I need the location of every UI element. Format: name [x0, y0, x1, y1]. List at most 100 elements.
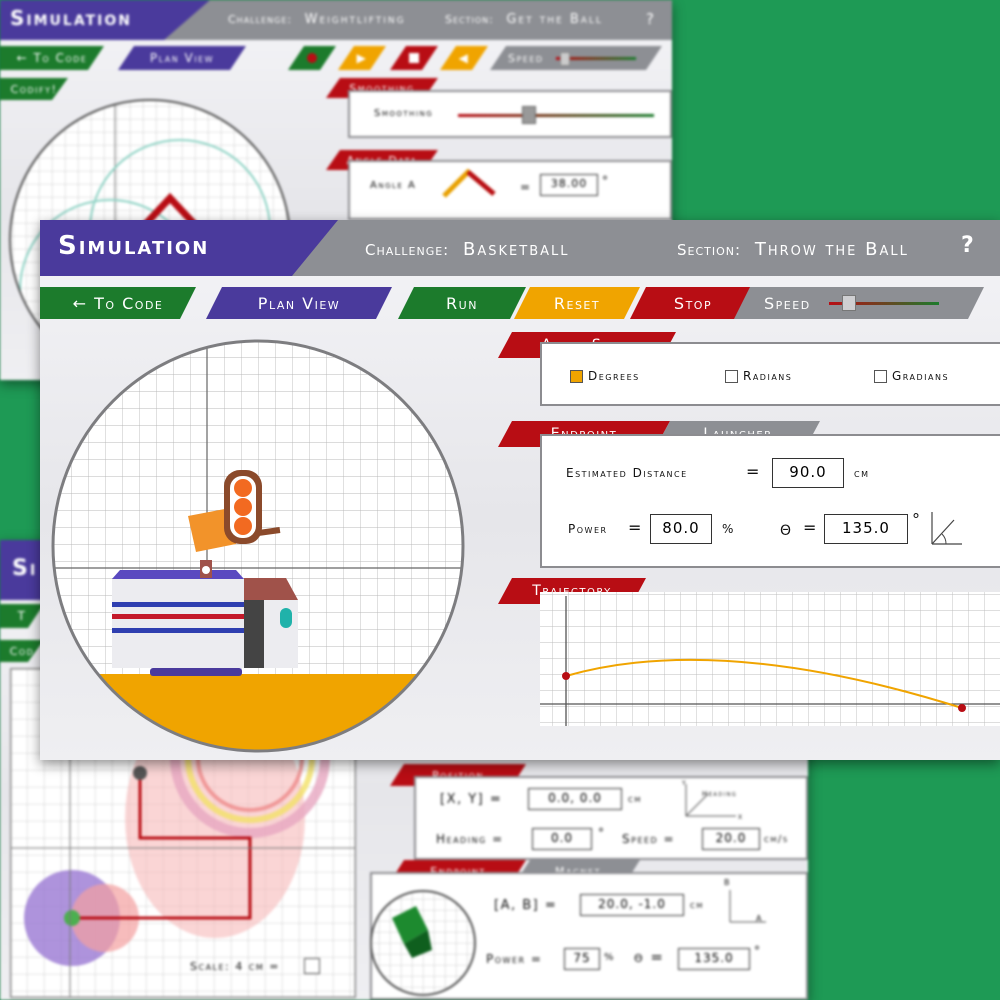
endpoint-panel: Estimated Distance = 90.0 cm Power = 80.…: [540, 434, 1000, 568]
angle-style-panel: Degrees Radians Gradians: [540, 342, 1000, 406]
speed-control[interactable]: Speed: [490, 46, 662, 70]
main-section-label: Section:: [677, 241, 742, 259]
scale-label: Scale: 4 cm =: [190, 960, 280, 973]
power-unit-bottom: %: [604, 952, 616, 963]
theta-label-bottom: θ =: [634, 948, 665, 966]
rewind-button[interactable]: ◀: [440, 46, 488, 70]
power-input[interactable]: 80.0: [650, 514, 712, 544]
angle-a-input[interactable]: 38.00: [540, 174, 598, 196]
to-code-button[interactable]: ← To Code: [0, 46, 104, 70]
angle-diagram-icon: [931, 512, 962, 545]
xy-unit: cm: [628, 794, 642, 805]
magnet-view: [370, 890, 476, 996]
section-header: Section: Get the Ball: [445, 12, 603, 27]
challenge-value: Weightlifting: [304, 12, 406, 27]
b-axis-label: B: [724, 878, 731, 887]
ab-unit: cm: [690, 900, 704, 911]
estimated-distance-unit: cm: [854, 466, 870, 480]
stop-button[interactable]: [390, 46, 438, 70]
degrees-checkbox[interactable]: [570, 370, 583, 383]
heading-input[interactable]: 0.0: [532, 828, 592, 850]
codify-button-bottom[interactable]: Cod: [0, 640, 44, 662]
heading-label: Heading =: [436, 832, 504, 846]
radians-checkbox[interactable]: [725, 370, 738, 383]
angle-a-equals: =: [520, 180, 532, 194]
gradians-checkbox[interactable]: [874, 370, 887, 383]
xy-input[interactable]: 0.0, 0.0: [528, 788, 622, 810]
theta-input-bottom[interactable]: 135.0: [678, 948, 750, 970]
heading-unit: °: [598, 826, 606, 840]
power-label: Power: [568, 522, 608, 536]
main-challenge-header: Challenge: Basketball: [365, 239, 570, 260]
estimated-distance-equals: =: [746, 462, 761, 481]
simulation-window: Simulation Challenge: Basketball Section…: [40, 220, 1000, 760]
reset-button[interactable]: Reset: [514, 287, 640, 319]
speed-slider-track: [556, 57, 636, 60]
section-label: Section:: [445, 13, 494, 26]
smoothing-slider-handle[interactable]: [522, 106, 536, 124]
angle-a-unit: °: [602, 174, 610, 188]
run-button[interactable]: Run: [398, 287, 526, 319]
estimated-distance-input[interactable]: 90.0: [772, 458, 844, 488]
smoothing-label: Smoothing: [374, 108, 434, 119]
x-axis-label: x: [738, 812, 744, 821]
plan-view-button[interactable]: Plan View: [118, 46, 246, 70]
main-window-title: Simulation: [58, 231, 210, 261]
main-section-value: Throw the Ball: [754, 239, 909, 260]
theta-unit: °: [912, 510, 922, 529]
to-code-button-bottom[interactable]: T: [0, 604, 44, 628]
main-challenge-label: Challenge:: [365, 241, 450, 259]
theta-equals: =: [803, 518, 818, 537]
play-button[interactable]: ▶: [338, 46, 386, 70]
y-axis-label: y: [682, 778, 688, 787]
speed-unit: cm/s: [764, 834, 789, 845]
main-challenge-value: Basketball: [463, 239, 570, 260]
main-help-button[interactable]: ?: [961, 233, 975, 258]
endpoint-panel-bottom: [A, B] = 20.0, -1.0 cm A B Power = 75 % …: [370, 872, 808, 1000]
xy-label: [X, Y] =: [440, 792, 503, 807]
stop-icon: [409, 53, 419, 63]
scale-swatch: [304, 958, 320, 974]
rewind-icon: ◀: [458, 51, 470, 65]
angle-a-label: Angle A: [370, 180, 417, 191]
simulation-viewport: [51, 339, 465, 753]
trajectory-plot: [540, 592, 1000, 726]
theta-input[interactable]: 135.0: [824, 514, 908, 544]
theta-unit-bottom: °: [754, 944, 762, 958]
power-input-bottom[interactable]: 75: [564, 948, 600, 970]
help-button[interactable]: ?: [646, 10, 655, 28]
smoothing-panel: Smoothing: [348, 90, 672, 138]
smoothing-slider-track: [458, 114, 654, 117]
angle-a-diagram: [442, 168, 496, 198]
challenge-label: Challenge:: [228, 13, 293, 26]
window-title: Simulation: [10, 6, 132, 30]
estimated-distance-label: Estimated Distance: [566, 466, 688, 480]
ab-label: [A, B] =: [494, 898, 558, 913]
speed-slider-track-main: [829, 302, 939, 305]
speed-control-main[interactable]: Speed: [734, 287, 984, 319]
power-equals: =: [628, 518, 643, 537]
a-axis-label: A: [756, 914, 763, 923]
speed-label: Speed: [508, 51, 544, 65]
plan-view-button-main[interactable]: Plan View: [206, 287, 392, 319]
record-button[interactable]: [288, 46, 336, 70]
to-code-button-main[interactable]: ← To Code: [40, 287, 196, 319]
play-icon: ▶: [356, 51, 368, 65]
speed-label-main: Speed: [764, 293, 811, 313]
speed-input[interactable]: 20.0: [702, 828, 760, 850]
ab-input[interactable]: 20.0, -1.0: [580, 894, 684, 916]
speed-slider-handle-main[interactable]: [842, 295, 856, 311]
gradians-label: Gradians: [892, 369, 950, 383]
challenge-header: Challenge: Weightlifting: [228, 12, 406, 27]
speed-slider-handle[interactable]: [560, 52, 570, 66]
power-unit: %: [722, 522, 735, 536]
section-value: Get the Ball: [506, 12, 603, 27]
ab-axes-diagram: [729, 890, 766, 923]
record-icon: [307, 53, 317, 63]
position-panel: [X, Y] = 0.0, 0.0 cm Heading x y Heading…: [414, 776, 808, 860]
angle-data-panel: Angle A = 38.00 °: [348, 160, 672, 220]
degrees-label: Degrees: [588, 369, 640, 383]
theta-label: θ: [780, 516, 793, 540]
main-section-header: Section: Throw the Ball: [677, 239, 909, 260]
radians-label: Radians: [743, 369, 793, 383]
